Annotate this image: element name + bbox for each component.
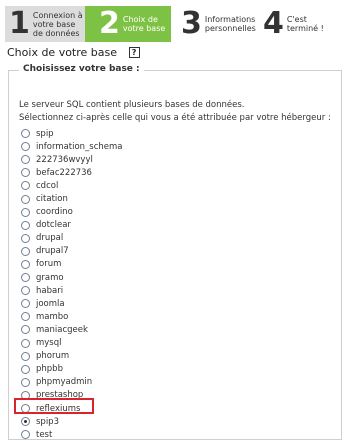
radio-button[interactable]	[21, 364, 30, 374]
database-name: phorum	[36, 351, 70, 362]
database-option[interactable]: gramo	[21, 271, 123, 284]
radio-button[interactable]	[21, 207, 30, 217]
database-option[interactable]: phorum	[21, 350, 123, 363]
database-option[interactable]: forum	[21, 258, 123, 271]
database-option[interactable]: drupal	[21, 232, 123, 245]
database-option[interactable]: joomla	[21, 297, 123, 310]
database-option[interactable]: coordino	[21, 206, 123, 219]
help-icon[interactable]: ?	[128, 47, 140, 58]
database-list: spip information_schema 222736wvyyl befac22…	[21, 127, 123, 441]
database-name: mambo	[36, 311, 69, 322]
step-number: 3	[181, 6, 202, 41]
database-option[interactable]: drupal7	[21, 245, 123, 258]
database-option[interactable]: citation	[21, 192, 123, 205]
database-name: joomla	[36, 298, 65, 309]
database-choice-fieldset: Choisissez votre base : Le serveur SQL c…	[8, 64, 342, 441]
database-option[interactable]: information_schema	[21, 140, 123, 153]
step-number: 4	[263, 6, 284, 41]
database-option[interactable]: maniacgeek	[21, 323, 123, 336]
database-name: habari	[36, 285, 64, 296]
database-name: test	[36, 429, 53, 440]
intro-line: Sélectionnez ci-après celle qui vous a é…	[19, 113, 331, 123]
intro-text: Le serveur SQL contient plusieurs bases …	[19, 99, 339, 125]
database-name: spip3	[36, 416, 59, 427]
database-option[interactable]: mambo	[21, 310, 123, 323]
intro-line: Le serveur SQL contient plusieurs bases …	[19, 100, 245, 110]
step-number: 1	[9, 6, 30, 41]
step-3: 3 Informations personnelles	[171, 6, 257, 42]
radio-button[interactable]	[21, 168, 30, 178]
database-option[interactable]: phpmyadmin	[21, 376, 123, 389]
database-name: mysql	[36, 338, 62, 349]
radio-button[interactable]	[21, 299, 30, 309]
step-label: Connexion à votre base de données	[32, 10, 83, 38]
database-name: drupal	[36, 233, 64, 244]
radio-button[interactable]	[21, 246, 30, 256]
database-option[interactable]: cdcol	[21, 179, 123, 192]
database-option[interactable]: dotclear	[21, 219, 123, 232]
database-option[interactable]: spip	[21, 127, 123, 140]
radio-button[interactable]	[21, 194, 30, 204]
page-title-text: Choix de votre base	[7, 46, 118, 59]
radio-button[interactable]	[21, 351, 30, 361]
step-4: 4 C'est terminé !	[257, 6, 345, 42]
step-number: 2	[99, 6, 120, 41]
radio-button[interactable]	[21, 129, 30, 139]
progress-steps: 1 Connexion à votre base de données 2 Ch…	[5, 6, 345, 42]
radio-button[interactable]	[21, 220, 30, 230]
database-option[interactable]: befac222736	[21, 166, 123, 179]
step-2: 2 Choix de votre base	[85, 6, 171, 42]
step-label: Choix de votre base	[122, 15, 166, 33]
database-name: coordino	[36, 207, 73, 218]
radio-button[interactable]	[21, 377, 30, 387]
database-option[interactable]: test	[21, 428, 123, 441]
database-option[interactable]: mysql	[21, 337, 123, 350]
step-1: 1 Connexion à votre base de données	[5, 6, 85, 42]
selection-highlight-box	[14, 398, 94, 414]
database-name: forum	[36, 259, 62, 270]
database-name: befac222736	[36, 167, 92, 178]
radio-button[interactable]	[21, 233, 30, 243]
radio-button[interactable]	[21, 273, 30, 283]
database-name: cdcol	[36, 180, 59, 191]
database-option[interactable]: phpbb	[21, 363, 123, 376]
database-name: phpbb	[36, 364, 63, 375]
database-name: 222736wvyyl	[36, 154, 93, 165]
radio-button[interactable]	[21, 155, 30, 165]
radio-button[interactable]	[21, 142, 30, 152]
radio-button[interactable]	[21, 338, 30, 348]
page-title: Choix de votre base ?	[7, 46, 140, 59]
database-name: spip	[36, 128, 54, 139]
radio-button[interactable]	[21, 181, 30, 191]
fieldset-legend: Choisissez votre base :	[19, 64, 144, 74]
radio-button[interactable]	[21, 325, 30, 335]
database-name: maniacgeek	[36, 324, 88, 335]
radio-button[interactable]	[21, 417, 30, 427]
step-label: Informations personnelles	[204, 15, 256, 33]
step-label: C'est terminé !	[286, 15, 324, 33]
radio-button[interactable]	[21, 259, 30, 269]
database-name: drupal7	[36, 246, 69, 257]
database-name: gramo	[36, 272, 64, 283]
database-option[interactable]: 222736wvyyl	[21, 153, 123, 166]
database-option[interactable]: spip3	[21, 415, 123, 428]
database-name: information_schema	[36, 141, 123, 152]
database-name: citation	[36, 194, 68, 205]
database-option[interactable]: habari	[21, 284, 123, 297]
database-name: dotclear	[36, 220, 71, 231]
radio-button[interactable]	[21, 430, 30, 440]
radio-button[interactable]	[21, 286, 30, 296]
database-name: phpmyadmin	[36, 377, 93, 388]
radio-button[interactable]	[21, 312, 30, 322]
